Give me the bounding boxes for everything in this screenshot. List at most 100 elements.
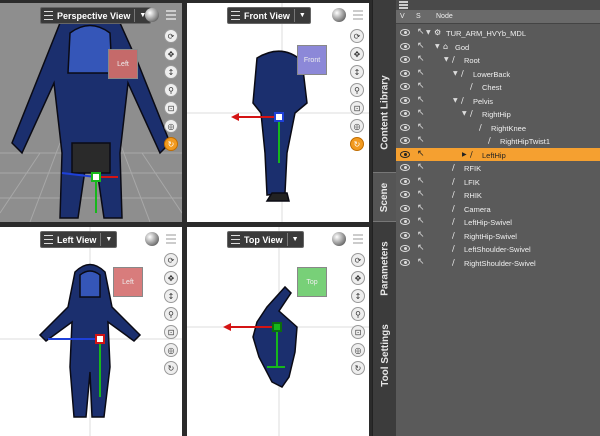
selectable-cursor-icon[interactable]: ↖ [417, 203, 425, 213]
expand-arrow-icon[interactable]: ▼ [435, 43, 440, 50]
visibility-eye-icon[interactable] [400, 110, 410, 117]
visibility-eye-icon[interactable] [400, 191, 410, 198]
reset-camera-icon[interactable]: ↻ [164, 361, 178, 375]
front-viewport[interactable]: Front View ▼ Front ⟳ ✥ ↕ ⚲ ⊡ ◎ ↻ [187, 3, 369, 222]
dolly-icon[interactable]: ↕ [164, 289, 178, 303]
aim-icon[interactable]: ◎ [350, 119, 364, 133]
aim-icon[interactable]: ◎ [164, 343, 178, 357]
scene-node-row[interactable]: ↖ ∕ LFIK [396, 175, 600, 189]
selectable-cursor-icon[interactable]: ↖ [417, 189, 425, 199]
zoom-icon[interactable]: ⚲ [164, 83, 178, 97]
view-cube[interactable]: Front [297, 45, 327, 75]
column-node[interactable]: Node [432, 13, 453, 20]
orbit-icon[interactable]: ⟳ [351, 253, 365, 267]
selectable-cursor-icon[interactable]: ↖ [417, 162, 425, 172]
selectable-cursor-icon[interactable]: ↖ [417, 243, 425, 253]
perspective-view-selector[interactable]: Perspective View ▼ [40, 7, 152, 24]
scene-node-row[interactable]: ↖ ∕ RightHip-Swivel [396, 229, 600, 243]
scene-node-row[interactable]: ↖ ∕ Camera [396, 202, 600, 216]
visibility-eye-icon[interactable] [400, 245, 410, 252]
draw-style-sphere-icon[interactable] [332, 8, 346, 22]
perspective-viewport[interactable]: Perspective View ▼ Left ⟳ ✥ ↕ ⚲ ⊡ ◎ ↻ [0, 3, 182, 222]
pan-icon[interactable]: ✥ [164, 47, 178, 61]
zoom-icon[interactable]: ⚲ [351, 307, 365, 321]
orbit-icon[interactable]: ⟳ [164, 253, 178, 267]
dolly-icon[interactable]: ↕ [164, 65, 178, 79]
tab-scene[interactable]: Scene [373, 172, 397, 222]
scene-node-row[interactable]: ↖ ▼ ∕ Root [396, 53, 600, 67]
expand-arrow-icon[interactable]: ▼ [444, 56, 449, 63]
selectable-cursor-icon[interactable]: ↖ [417, 41, 425, 51]
visibility-eye-icon[interactable] [400, 258, 410, 266]
frame-icon[interactable]: ⊡ [350, 101, 364, 115]
scene-node-row[interactable]: ↖ ∕ RightShoulder-Swivel [396, 256, 600, 270]
scene-node-row[interactable]: ↖ ▼ ⌂ God [396, 40, 600, 54]
zoom-icon[interactable]: ⚲ [350, 83, 364, 97]
expand-arrow-icon[interactable]: ▼ [426, 29, 431, 36]
view-cube[interactable]: Left [113, 267, 143, 297]
pan-icon[interactable]: ✥ [351, 271, 365, 285]
scene-node-row[interactable]: ↖ ∕ RightKnee [396, 121, 600, 135]
selectable-cursor-icon[interactable]: ↖ [417, 216, 425, 226]
view-cube[interactable]: Top [297, 267, 327, 297]
visibility-eye-icon[interactable] [400, 96, 410, 104]
aim-icon[interactable]: ◎ [164, 119, 178, 133]
visibility-eye-icon[interactable] [400, 29, 410, 36]
draw-style-sphere-icon[interactable] [145, 232, 159, 246]
left-view-selector[interactable]: Left View ▼ [40, 231, 118, 248]
expand-arrow-icon[interactable]: ▼ [453, 70, 458, 77]
selectable-cursor-icon[interactable]: ↖ [417, 68, 425, 78]
frame-icon[interactable]: ⊡ [351, 325, 365, 339]
tab-content-library[interactable]: Content Library [373, 60, 397, 165]
scene-node-row[interactable]: ↖ ∕ Chest [396, 80, 600, 94]
draw-style-sphere-icon[interactable] [145, 8, 159, 22]
top-view-selector[interactable]: Top View ▼ [227, 231, 304, 248]
visibility-eye-icon[interactable] [400, 218, 410, 225]
scene-node-row[interactable]: ↖ ▼ ∕ Pelvis [396, 94, 600, 108]
visibility-eye-icon[interactable] [400, 164, 410, 171]
visibility-eye-icon[interactable] [400, 83, 410, 90]
visibility-eye-icon[interactable] [400, 177, 410, 185]
visibility-eye-icon[interactable] [400, 204, 410, 212]
frame-icon[interactable]: ⊡ [164, 101, 178, 115]
selectable-cursor-icon[interactable]: ↖ [417, 135, 425, 145]
dolly-icon[interactable]: ↕ [350, 65, 364, 79]
left-viewport[interactable]: Left View ▼ Left ⟳ ✥ ↕ ⚲ ⊡ ◎ ↻ [0, 227, 182, 436]
selectable-cursor-icon[interactable]: ↖ [417, 54, 425, 64]
tab-tool-settings[interactable]: Tool Settings [373, 315, 397, 395]
scene-node-row[interactable]: ↖ ∕ RFIK [396, 161, 600, 175]
reset-camera-icon[interactable]: ↻ [350, 137, 364, 151]
visibility-eye-icon[interactable] [400, 42, 410, 50]
selectable-cursor-icon[interactable]: ↖ [417, 27, 425, 37]
draw-style-sphere-icon[interactable] [332, 232, 346, 246]
scene-node-row[interactable]: ↖ ∕ RHIK [396, 188, 600, 202]
pane-menu-icon[interactable] [399, 1, 408, 9]
viewport-options-icon[interactable] [166, 234, 176, 244]
zoom-icon[interactable]: ⚲ [164, 307, 178, 321]
selectable-cursor-icon[interactable]: ↖ [417, 81, 425, 91]
viewport-options-icon[interactable] [166, 10, 176, 20]
column-visible[interactable]: V [396, 13, 416, 20]
visibility-eye-icon[interactable] [400, 150, 410, 158]
orbit-icon[interactable]: ⟳ [350, 29, 364, 43]
selectable-cursor-icon[interactable]: ↖ [417, 257, 425, 267]
selectable-cursor-icon[interactable]: ↖ [417, 122, 425, 132]
reset-camera-icon[interactable]: ↻ [164, 137, 178, 151]
column-selectable[interactable]: S [416, 13, 432, 20]
visibility-eye-icon[interactable] [400, 56, 410, 63]
visibility-eye-icon[interactable] [400, 137, 410, 144]
selectable-cursor-icon[interactable]: ↖ [417, 108, 425, 118]
scene-node-row[interactable]: ↖ ▼ ∕ LowerBack [396, 67, 600, 81]
expand-arrow-icon[interactable]: ▼ [453, 97, 458, 104]
selectable-cursor-icon[interactable]: ↖ [417, 176, 425, 186]
view-cube[interactable]: Left [108, 49, 138, 79]
scene-node-row[interactable]: ↖ ∕ LeftShoulder-Swivel [396, 242, 600, 256]
viewport-options-icon[interactable] [353, 234, 363, 244]
reset-camera-icon[interactable]: ↻ [351, 361, 365, 375]
pan-icon[interactable]: ✥ [350, 47, 364, 61]
selectable-cursor-icon[interactable]: ↖ [417, 230, 425, 240]
scene-node-row[interactable]: ↖ ▶ ∕ LeftHip [396, 147, 600, 161]
pan-icon[interactable]: ✥ [164, 271, 178, 285]
collapse-arrow-icon[interactable]: ▶ [462, 151, 467, 158]
visibility-eye-icon[interactable] [400, 231, 410, 239]
